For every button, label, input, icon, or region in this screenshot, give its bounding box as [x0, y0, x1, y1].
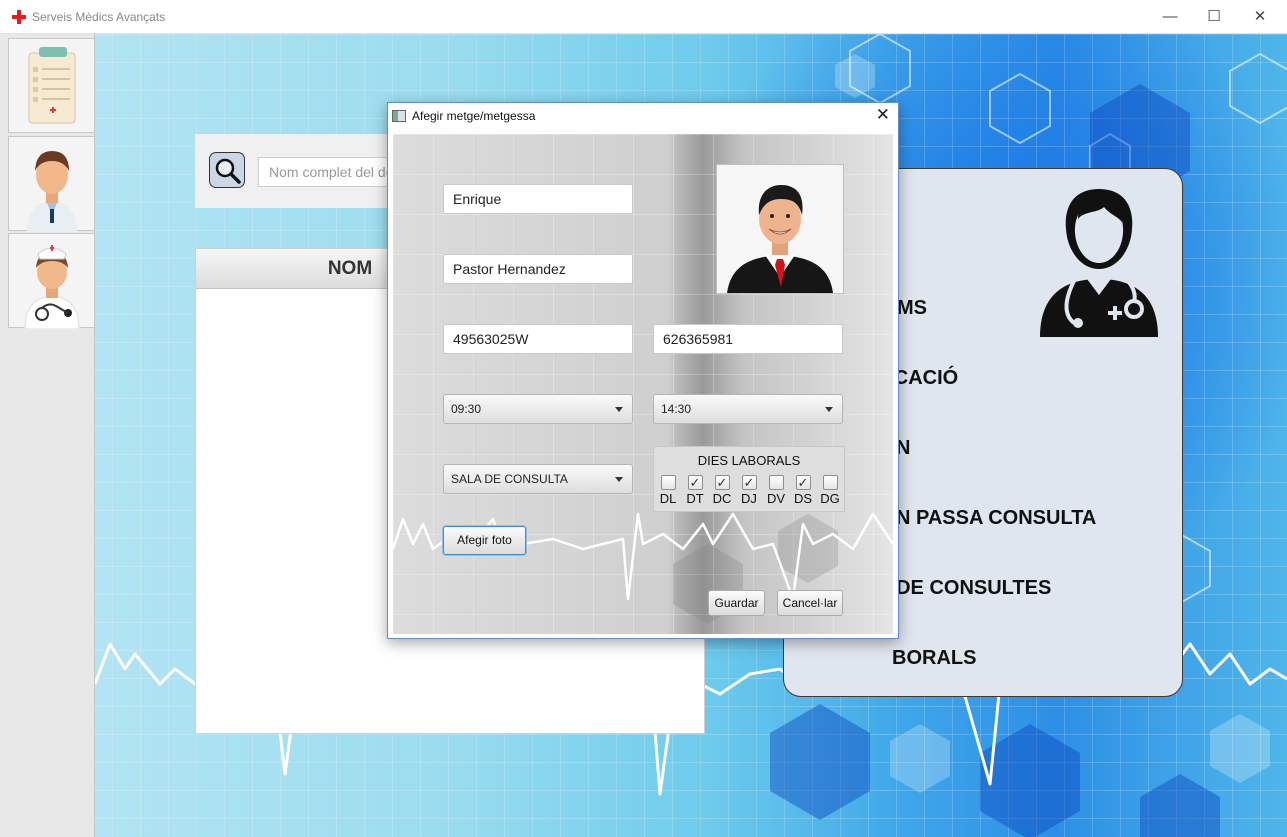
day-ds[interactable]: ✓ DS: [792, 475, 814, 506]
sala-value: SALA DE CONSULTA: [451, 472, 568, 486]
magnifier-icon: [215, 158, 241, 184]
cognoms-field[interactable]: Pastor Hernandez: [443, 254, 633, 284]
doctor-silhouette-icon: [1040, 189, 1158, 337]
window-title: Serveis Mèdics Avançats: [32, 10, 166, 24]
red-cross-icon: [12, 10, 26, 24]
hora-fi-value: 14:30: [661, 402, 692, 416]
telefon-field[interactable]: 626365981: [653, 324, 843, 354]
sidebar-item-metges[interactable]: [8, 136, 95, 232]
nom-field[interactable]: Enrique: [443, 184, 633, 214]
day-dt[interactable]: ✓ DT: [684, 475, 706, 506]
checkbox-dc[interactable]: ✓: [714, 475, 730, 490]
day-dl[interactable]: DL: [657, 475, 679, 506]
checkbox-dt[interactable]: ✓: [687, 475, 703, 490]
dialog-body: Enrique Pastor Hernandez 49563025W 62636…: [393, 134, 893, 634]
search-bar: [195, 134, 458, 208]
maximize-button[interactable]: ☐: [1192, 4, 1236, 30]
info-item-consultes: I DE CONSULTES: [885, 577, 1052, 599]
info-item-sala: N PASSA CONSULTA: [896, 507, 1097, 529]
day-label-dt: DT: [686, 491, 704, 506]
day-label-dv: DV: [766, 491, 786, 506]
day-dj[interactable]: ✓ DJ: [738, 475, 760, 506]
clipboard-icon: [28, 47, 76, 124]
checkbox-dg[interactable]: [822, 475, 838, 490]
chevron-down-icon: [615, 407, 623, 412]
hora-inici-select[interactable]: 09:30: [443, 394, 633, 424]
info-item-dies: BORALS: [892, 647, 977, 669]
day-label-dg: DG: [820, 491, 840, 506]
dialog-close-button[interactable]: ✕: [876, 105, 890, 125]
day-dc[interactable]: ✓ DC: [711, 475, 733, 506]
day-dg[interactable]: DG: [819, 475, 841, 506]
nurse-icon: [24, 245, 80, 330]
cancel-button[interactable]: Cancel·lar: [777, 590, 843, 616]
chevron-down-icon: [615, 477, 623, 482]
dialog-title: Afegir metge/metgessa: [412, 109, 536, 123]
close-button[interactable]: ✕: [1238, 4, 1282, 30]
doctor-photo: [716, 164, 844, 294]
hora-fi-select[interactable]: 14:30: [653, 394, 843, 424]
hora-inici-value: 09:30: [451, 402, 482, 416]
day-dv[interactable]: DV: [765, 475, 787, 506]
minimize-button[interactable]: —: [1148, 4, 1192, 30]
info-item-noms: MS: [897, 297, 927, 319]
sidebar: [0, 34, 95, 837]
dni-field[interactable]: 49563025W: [443, 324, 633, 354]
chevron-down-icon: [825, 407, 833, 412]
checkbox-ds[interactable]: ✓: [795, 475, 811, 490]
dies-laborals-group: DIES LABORALS DL ✓ DT ✓ DC ✓ DJ DV ✓ DS …: [653, 446, 845, 512]
checkbox-dj[interactable]: ✓: [741, 475, 757, 490]
sidebar-item-infermers[interactable]: [8, 233, 95, 330]
doctor-icon: [27, 151, 77, 232]
sala-select[interactable]: SALA DE CONSULTA: [443, 464, 633, 494]
sidebar-item-consultes[interactable]: [8, 38, 95, 133]
checkbox-dv[interactable]: [768, 475, 784, 490]
day-label-dj: DJ: [741, 491, 757, 506]
window-icon: [392, 110, 406, 122]
afegir-foto-button[interactable]: Afegir foto: [443, 526, 526, 555]
add-doctor-dialog: Afegir metge/metgessa ✕ Enrique Pastor H…: [387, 102, 899, 639]
search-button[interactable]: [209, 152, 245, 188]
dies-laborals-title: DIES LABORALS: [697, 453, 801, 468]
day-label-dc: DC: [712, 491, 732, 506]
day-label-ds: DS: [793, 491, 813, 506]
dialog-titlebar: Afegir metge/metgessa ✕: [388, 103, 898, 129]
guardar-button[interactable]: Guardar: [708, 590, 765, 616]
checkbox-dl[interactable]: [660, 475, 676, 490]
doctor-avatar-image: [717, 165, 843, 293]
window-titlebar: Serveis Mèdics Avançats — ☐ ✕: [0, 0, 1287, 34]
day-label-dl: DL: [659, 491, 677, 506]
